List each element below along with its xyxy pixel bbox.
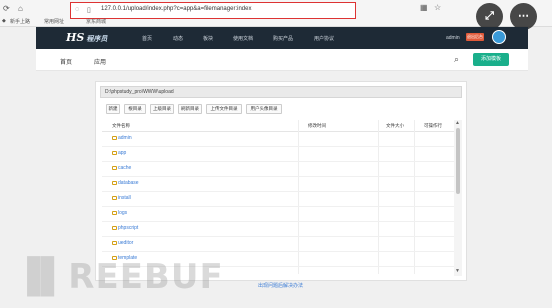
folder-icon — [112, 226, 117, 230]
search-icon[interactable]: ⌕ — [454, 54, 459, 65]
expand-icon[interactable]: ⤢ — [476, 3, 503, 30]
current-path: D:\phpstudy_pro\WWW\upload — [105, 89, 174, 95]
nav-item[interactable]: 使用文档 — [233, 35, 253, 42]
exit-button[interactable]: 退出后台 — [466, 33, 484, 41]
nav-item[interactable]: 动态 — [173, 35, 183, 42]
avatar-dir-button[interactable]: 用户头像目录 — [246, 104, 282, 114]
scroll-down-icon[interactable]: ▼ — [455, 268, 460, 274]
file-name[interactable]: admin — [118, 135, 132, 141]
help-link[interactable]: 出现问题后解决办法 — [258, 282, 303, 289]
root-dir-button[interactable]: 根目录 — [124, 104, 146, 114]
folder-icon — [112, 211, 117, 215]
nav-item[interactable]: 板块 — [203, 35, 213, 42]
file-name[interactable]: phpscript — [118, 225, 138, 231]
bookmark-item[interactable]: 京东商城 — [86, 18, 106, 25]
nav-item[interactable]: 购买产品 — [273, 35, 293, 42]
file-name[interactable]: install — [118, 195, 131, 201]
shield-icon: ◌ — [75, 6, 80, 13]
folder-icon — [112, 166, 117, 170]
grid-icon[interactable]: ▦ — [420, 3, 428, 12]
column-header: 修改时间 — [308, 123, 326, 128]
site-logo[interactable]: HS 程序员 — [66, 31, 107, 44]
file-name[interactable]: app — [118, 150, 126, 156]
table-row[interactable]: database — [102, 177, 454, 192]
refresh-dir-button[interactable]: 刷新目录 — [178, 104, 202, 114]
folder-icon — [112, 241, 117, 245]
browser-toolbar: ⟳ ⌂ ◌ ▯ 127.0.0.1/upload/index.php?c=app… — [0, 0, 552, 30]
scroll-up-icon[interactable]: ▲ — [455, 120, 460, 126]
table-row[interactable]: admin — [102, 132, 454, 147]
breadcrumb-bar: 首页 应用 ⌕ 添加模板 — [36, 49, 528, 71]
table-header: 文件名称 修改时间 文件大小 可操作行 — [102, 120, 454, 132]
vertical-scrollbar[interactable]: ▲ ▼ — [454, 120, 462, 276]
reload-icon[interactable]: ⟳ — [3, 4, 10, 13]
file-manager-panel: D:\phpstudy_pro\WWW\upload 新建 根目录 上级目录 刷… — [95, 81, 467, 281]
file-name[interactable]: database — [118, 180, 139, 186]
file-name[interactable]: cache — [118, 165, 131, 171]
column-header: 文件大小 — [386, 123, 404, 128]
star-icon[interactable]: ☆ — [434, 3, 441, 12]
more-icon[interactable]: ⋯ — [510, 3, 537, 30]
upload-dir-button[interactable]: 上传文件目录 — [206, 104, 242, 114]
nav-item[interactable]: 首页 — [142, 35, 152, 42]
bookmark-icon: ◆ — [2, 18, 6, 24]
bookmark-item[interactable]: 新手上路 — [10, 18, 30, 25]
user-name[interactable]: admin — [446, 35, 460, 41]
new-button[interactable]: 新建 — [106, 104, 120, 114]
folder-icon — [112, 181, 117, 185]
table-row[interactable]: logs — [102, 207, 454, 222]
scroll-thumb[interactable] — [456, 128, 460, 194]
nav-item[interactable]: 用户协议 — [314, 35, 334, 42]
address-bar[interactable]: ◌ ▯ 127.0.0.1/upload/index.php?c=app&a=f… — [70, 2, 356, 19]
breadcrumb-home[interactable]: 首页 — [60, 57, 72, 66]
file-name[interactable]: logs — [118, 210, 127, 216]
path-box: D:\phpstudy_pro\WWW\upload — [100, 86, 462, 98]
folder-icon — [112, 196, 117, 200]
table-row[interactable]: install — [102, 192, 454, 207]
breadcrumb-app[interactable]: 应用 — [94, 57, 106, 66]
table-row[interactable]: ueditor — [102, 237, 454, 252]
home-icon[interactable]: ⌂ — [18, 4, 23, 13]
watermark-logo: ▐▌REEBUF — [14, 257, 224, 297]
table-row[interactable]: app — [102, 147, 454, 162]
table-row[interactable]: cache — [102, 162, 454, 177]
column-header: 可操作行 — [424, 123, 442, 128]
page-icon: ▯ — [87, 7, 91, 14]
table-row[interactable]: phpscript — [102, 222, 454, 237]
avatar[interactable] — [492, 30, 506, 44]
folder-icon — [112, 136, 117, 140]
file-name[interactable]: ueditor — [118, 240, 133, 246]
site-header: HS 程序员 首页 动态 板块 使用文档 购买产品 用户协议 admin 退出后台 — [36, 27, 528, 49]
url-text[interactable]: 127.0.0.1/upload/index.php?c=app&a=filem… — [101, 6, 251, 12]
bookmark-item[interactable]: 常用网址 — [44, 18, 64, 25]
parent-dir-button[interactable]: 上级目录 — [150, 104, 174, 114]
add-template-button[interactable]: 添加模板 — [473, 53, 509, 66]
folder-icon — [112, 151, 117, 155]
column-header: 文件名称 — [112, 123, 130, 128]
